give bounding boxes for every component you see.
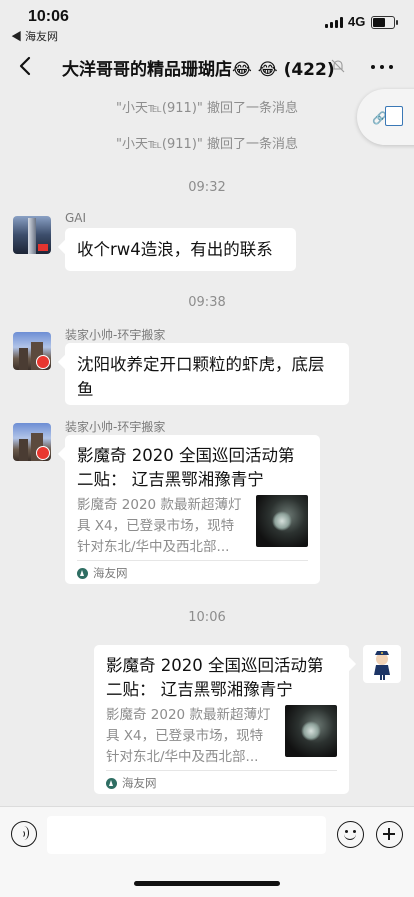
card-source-label: 海友网 (122, 776, 157, 790)
home-indicator[interactable] (134, 881, 280, 886)
card-thumbnail (285, 705, 337, 757)
card-title: 影魔奇 2020 全国巡回活动第二贴： 辽吉黑鄂湘豫青宁 (106, 656, 324, 699)
cellular-signal-icon (325, 17, 343, 28)
message-bubble[interactable]: 收个rw4造浪，有出的联系 (65, 228, 296, 271)
voice-input-button[interactable] (11, 821, 37, 847)
recall-notice: "小天℡(911)" 撤回了一条消息 (115, 101, 298, 116)
status-bar: 10:06 ◀ 海友网 4G (0, 0, 414, 44)
sender-name: 装家小帅-环宇搬家 (65, 328, 166, 342)
source-logo-icon (77, 567, 88, 579)
source-logo-icon (106, 777, 117, 789)
card-source: 海友网 (77, 565, 128, 581)
card-source: 海友网 (106, 775, 157, 791)
more-options-button[interactable] (370, 56, 394, 76)
recall-notice: "小天℡(911)" 撤回了一条消息 (115, 137, 298, 152)
card-description: 影魔奇 2020 款最新超薄灯具 X4，已登录市场，现特针对东北/华中及西北部.… (106, 707, 271, 765)
message-input[interactable] (47, 816, 326, 854)
back-to-app-link[interactable]: ◀ 海友网 (11, 28, 58, 44)
emoji-button[interactable] (337, 821, 364, 848)
back-chevron-icon[interactable] (14, 54, 38, 78)
sender-name: 装家小帅-环宇搬家 (65, 420, 166, 434)
status-time: 10:06 (28, 8, 69, 25)
sender-name: GAI (65, 211, 87, 225)
card-title: 影魔奇 2020 全国巡回活动第二贴： 辽吉黑鄂湘豫青宁 (77, 446, 295, 489)
police-figure-icon (374, 651, 390, 680)
avatar[interactable] (13, 423, 51, 461)
avatar[interactable] (363, 645, 401, 683)
chat-title: 大洋哥哥的精品珊瑚店😂 😂 (422) (62, 60, 335, 80)
timestamp: 09:32 (188, 180, 226, 195)
battery-icon (371, 16, 398, 29)
timestamp: 09:38 (188, 295, 226, 310)
more-functions-button[interactable] (376, 821, 403, 848)
card-description: 影魔奇 2020 款最新超薄灯具 X4，已登录市场，现特针对东北/华中及西北部.… (77, 497, 242, 555)
card-divider (106, 770, 337, 771)
card-thumbnail (256, 495, 308, 547)
avatar[interactable] (13, 332, 51, 370)
avatar[interactable] (13, 216, 51, 254)
mute-bell-icon (331, 59, 345, 73)
link-card[interactable]: 影魔奇 2020 全国巡回活动第二贴： 辽吉黑鄂湘豫青宁 影魔奇 2020 款最… (65, 435, 320, 584)
chat-header: 大洋哥哥的精品珊瑚店😂 😂 (422) (0, 44, 414, 90)
card-divider (77, 560, 308, 561)
link-card[interactable]: 影魔奇 2020 全国巡回活动第二贴： 辽吉黑鄂湘豫青宁 影魔奇 2020 款最… (94, 645, 349, 794)
card-source-label: 海友网 (93, 566, 128, 580)
message-bubble[interactable]: 沈阳收养定开口颗粒的虾虎，底层鱼 (65, 343, 349, 405)
timestamp: 10:06 (188, 610, 226, 625)
network-type: 4G (348, 14, 366, 29)
